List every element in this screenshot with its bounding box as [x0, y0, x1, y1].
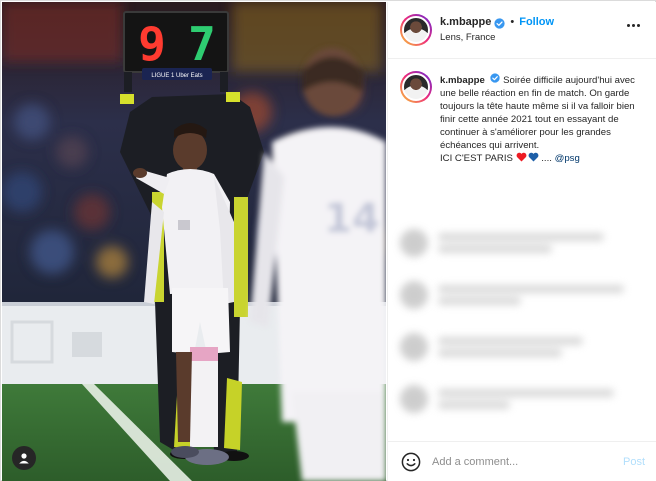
- post-header: k.mbappe • Follow Lens, France: [388, 2, 656, 59]
- post-photo[interactable]: 9 7 LIGUE 1 Uber Eats 14: [2, 2, 386, 481]
- caption-body: Soirée difficile aujourd'hui avec une be…: [440, 75, 635, 151]
- location-link[interactable]: Lens, France: [440, 32, 554, 44]
- photo-scene: 9 7 LIGUE 1 Uber Eats 14: [2, 2, 386, 481]
- comment-input[interactable]: [432, 455, 623, 468]
- verified-badge-icon: [494, 17, 505, 29]
- board-league-label: LIGUE 1 Uber Eats: [151, 73, 202, 79]
- header-username[interactable]: k.mbappe: [440, 16, 491, 30]
- avatar[interactable]: [400, 14, 432, 46]
- caption: k.mbappe Soirée difficile aujourd'hui av…: [388, 59, 656, 165]
- post-side-panel: k.mbappe • Follow Lens, France k.mbappe …: [387, 2, 656, 481]
- board-digit-right: 7: [188, 17, 216, 71]
- hearts: [516, 152, 539, 162]
- emoji-button[interactable]: [400, 451, 422, 473]
- instagram-post: 9 7 LIGUE 1 Uber Eats 14 k.mbappe • Foll…: [0, 0, 656, 481]
- comment-bar: Post: [388, 441, 656, 481]
- blue-heart-icon: [528, 152, 539, 162]
- post-comment-button[interactable]: Post: [623, 456, 645, 468]
- caption-avatar[interactable]: [400, 71, 432, 103]
- user-tag-icon: [19, 453, 29, 464]
- more-options-icon[interactable]: [627, 24, 640, 27]
- board-digit-left: 9: [138, 17, 166, 71]
- verified-badge-icon: [490, 73, 501, 83]
- shirt-number: 14: [324, 196, 380, 242]
- user-tag-button[interactable]: [12, 446, 36, 470]
- emoji-icon: [401, 452, 421, 471]
- caption-slogan: ICI C'EST PARIS: [440, 153, 513, 164]
- red-heart-icon: [516, 152, 527, 162]
- header-separator: •: [510, 16, 515, 29]
- caption-username[interactable]: k.mbappe: [440, 75, 485, 86]
- caption-ellipsis: ....: [541, 153, 552, 164]
- blurred-comments: [388, 217, 656, 427]
- follow-button[interactable]: Follow: [519, 16, 554, 30]
- caption-text: k.mbappe Soirée difficile aujourd'hui av…: [440, 73, 644, 165]
- mention-link[interactable]: @psg: [555, 153, 580, 164]
